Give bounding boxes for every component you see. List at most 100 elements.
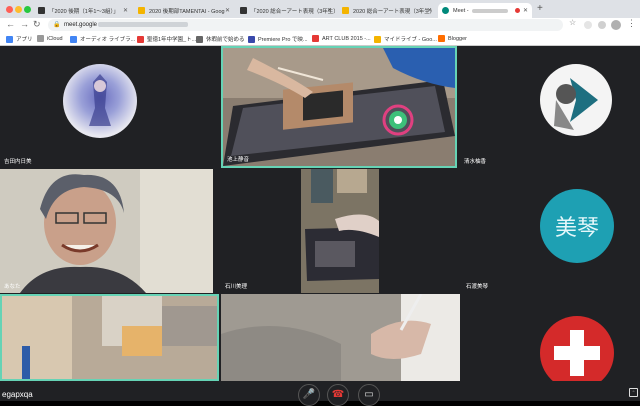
lock-icon: 🔒: [53, 22, 61, 28]
bookmark-item[interactable]: 休暇前で始める: [196, 35, 245, 43]
participant-avatar: 美琴: [540, 189, 614, 263]
bookmark-label: アプリ: [16, 37, 33, 43]
meeting-controls: egapxqa 🎤 ☎ ▭ ▫: [0, 380, 640, 406]
mic-icon[interactable]: 🎤: [298, 384, 320, 406]
bookmark-item[interactable]: ART CLUB 2015 -...: [312, 35, 371, 42]
bookmark-item[interactable]: iCloud: [37, 35, 63, 42]
participant-tile[interactable]: 清水柚香: [460, 46, 640, 168]
bookmark-label: マイドライブ - Goo...: [384, 37, 437, 43]
bookmark-label: iCloud: [47, 35, 63, 42]
extension-icon[interactable]: [584, 21, 592, 29]
bookmark-item[interactable]: マイドライブ - Goo...: [374, 35, 437, 43]
bookmark-label: Premiere Pro で映...: [258, 37, 308, 43]
school-icon: [137, 35, 144, 43]
drive-icon: [138, 7, 145, 14]
video-feed-room: [2, 296, 217, 379]
blurred-text: [471, 8, 508, 13]
back-icon[interactable]: ←: [6, 19, 15, 29]
document-icon: [38, 7, 45, 14]
close-tab-icon[interactable]: ✕: [225, 7, 230, 14]
participant-tile[interactable]: [221, 294, 460, 381]
blogger-icon: [438, 35, 445, 42]
premiere-icon: [248, 35, 255, 43]
address-bar[interactable]: 🔒 meet.google: [48, 19, 563, 31]
bookmark-label: ART CLUB 2015 -...: [322, 35, 371, 42]
participant-tile[interactable]: 吉田内日美: [0, 46, 218, 168]
bookmark-label: Blogger: [448, 35, 467, 42]
recording-icon: [515, 8, 520, 13]
character-illustration: [554, 78, 598, 130]
new-tab-icon[interactable]: +: [537, 3, 543, 14]
close-tab-icon[interactable]: ✕: [427, 7, 432, 14]
participant-tile-self[interactable]: あなた: [0, 169, 213, 293]
tab-label: 「2020 総合ーアート表現（3年生）: [251, 8, 336, 15]
url-text: meet.google: [64, 22, 98, 28]
bookmark-item[interactable]: Blogger: [438, 35, 467, 42]
reload-icon[interactable]: ↻: [33, 19, 41, 30]
tab-meet[interactable]: Meet - ✕: [438, 3, 532, 18]
video-feed-hands: [221, 294, 460, 381]
camera-icon[interactable]: ▭: [358, 384, 380, 406]
document-icon: [240, 7, 247, 14]
bookmark-label: 休暇前で始める: [206, 37, 245, 43]
tab-2[interactable]: 2020 後期部TAMENTAI - Goog ✕: [134, 3, 234, 18]
tab-label: 2020 後期部TAMENTAI - Goog: [149, 8, 225, 15]
participant-name: 石渡美琴: [466, 284, 489, 290]
participant-name: 吉田内日美: [4, 159, 32, 165]
participant-name: 清水柚香: [464, 159, 487, 165]
audio-icon: [70, 35, 77, 43]
browser-chrome: 「2020 後期（1年1〜3組）」 ✕ 2020 後期部TAMENTAI - G…: [0, 0, 640, 46]
forward-icon[interactable]: →: [20, 19, 29, 29]
tab-label: 2020 総合ーアート表現（3年生）: [353, 8, 436, 15]
apple-icon: [37, 35, 44, 42]
tab-3[interactable]: 「2020 総合ーアート表現（3年生） ✕: [236, 3, 336, 18]
self-video-feed: [0, 169, 213, 293]
participant-tile[interactable]: 美琴 石渡美琴: [462, 169, 640, 293]
participant-name: 石川美理: [225, 284, 248, 290]
video-icon: [196, 35, 203, 43]
bookmark-item[interactable]: オーディオ ライブラ...: [70, 35, 135, 43]
participant-avatar: [540, 64, 612, 136]
bookmark-apps[interactable]: アプリ: [6, 35, 33, 43]
star-icon[interactable]: ☆: [569, 18, 576, 27]
video-feed-drawing: [223, 48, 455, 166]
video-feed-drawing: [301, 169, 379, 293]
close-window-icon[interactable]: [6, 6, 13, 13]
participant-tile-speaking[interactable]: 池上静音: [221, 46, 457, 168]
avatar-text: 美琴: [554, 216, 599, 241]
close-tab-icon[interactable]: ✕: [327, 7, 332, 14]
tab-4[interactable]: 2020 総合ーアート表現（3年生） ✕: [338, 3, 436, 18]
meet-grid: 吉田内日美 池上静音 清水柚香 あなた 石川美理 美琴 石渡美琴: [0, 46, 640, 401]
meeting-code: egapxqa: [2, 390, 33, 399]
profile-avatar[interactable]: [611, 20, 621, 30]
picture-in-picture-icon[interactable]: ▫: [629, 388, 638, 397]
bookmark-label: オーディオ ライブラ...: [80, 37, 136, 43]
participant-tile[interactable]: [0, 294, 219, 381]
participant-avatar: [540, 316, 614, 381]
participant-name: あなた: [4, 284, 21, 290]
bookmarks-bar: アプリ iCloud オーディオ ライブラ... 聖徳1年中学園_ト... 休暇…: [0, 33, 640, 46]
extension-icon[interactable]: [598, 21, 606, 29]
participant-tile[interactable]: [462, 294, 640, 381]
bookmark-item[interactable]: Premiere Pro で映...: [248, 35, 308, 43]
menu-icon[interactable]: ⋮: [627, 18, 636, 29]
minimize-window-icon[interactable]: [15, 6, 22, 13]
bookmark-label: 聖徳1年中学園_ト...: [147, 37, 197, 43]
bookmark-item[interactable]: 聖徳1年中学園_ト...: [137, 35, 196, 43]
tab-1[interactable]: 「2020 後期（1年1〜3組）」 ✕: [34, 3, 132, 18]
meet-icon: [442, 7, 449, 14]
close-tab-icon[interactable]: ✕: [123, 7, 128, 14]
maximize-window-icon[interactable]: [24, 6, 31, 13]
apps-icon: [6, 35, 13, 43]
participant-avatar: [63, 64, 137, 138]
hangup-icon[interactable]: ☎: [327, 384, 349, 406]
participant-tile[interactable]: 石川美理: [215, 169, 460, 293]
close-tab-icon[interactable]: ✕: [523, 7, 528, 14]
blurred-url: [98, 21, 189, 27]
tab-label: 「2020 後期（1年1〜3組）」: [49, 8, 119, 15]
character-illustration: [89, 74, 111, 126]
art-club-icon: [312, 35, 319, 42]
participant-name: 池上静音: [227, 157, 250, 163]
toolbar: ← → ↻ 🔒 meet.google ☆ ⋮: [0, 18, 640, 33]
drive-icon: [374, 35, 381, 43]
